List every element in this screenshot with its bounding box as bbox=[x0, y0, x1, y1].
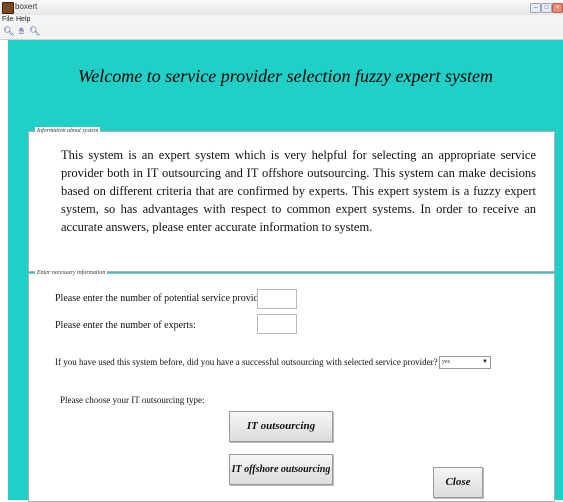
title-bar: boxert – □ × bbox=[0, 0, 563, 16]
menu-file[interactable]: File bbox=[2, 16, 13, 23]
close-button[interactable]: Close bbox=[433, 467, 483, 498]
input-panel: Enter necessary information Please enter… bbox=[28, 269, 555, 502]
close-window-icon[interactable]: × bbox=[552, 3, 563, 13]
info-text: This system is an expert system which is… bbox=[61, 148, 536, 234]
menu-help[interactable]: Help bbox=[16, 16, 30, 23]
maximize-icon[interactable]: □ bbox=[541, 3, 552, 13]
providers-label: Please enter the number of potential ser… bbox=[55, 293, 276, 304]
history-label: If you have used this system before, did… bbox=[55, 357, 438, 367]
chevron-down-icon: ▼ bbox=[482, 359, 488, 365]
main-figure-area: Welcome to service provider selection fu… bbox=[8, 40, 563, 502]
window-title: boxert bbox=[15, 2, 38, 11]
zoom-in-icon[interactable]: 🔍︎ bbox=[3, 26, 14, 37]
minimize-icon[interactable]: – bbox=[530, 3, 541, 13]
zoom-out-icon[interactable]: 🔍︎ bbox=[29, 26, 40, 37]
experts-label: Please enter the number of experts: bbox=[55, 320, 196, 331]
it-offshore-outsourcing-button[interactable]: IT offshore outsourcing bbox=[229, 454, 333, 485]
toolbar: 🔍︎ ✋︎ 🔍︎ bbox=[0, 25, 563, 40]
info-panel-label: Information about system bbox=[35, 127, 101, 135]
app-icon bbox=[2, 2, 14, 14]
menu-bar: File Help bbox=[0, 15, 563, 25]
history-dropdown-value: yes bbox=[442, 359, 450, 365]
input-panel-label: Enter necessary information bbox=[35, 269, 108, 277]
it-outsourcing-button[interactable]: IT outsourcing bbox=[229, 411, 333, 442]
providers-input[interactable] bbox=[257, 289, 297, 309]
history-dropdown[interactable]: yes ▼ bbox=[439, 356, 491, 369]
page-title: Welcome to service provider selection fu… bbox=[77, 66, 494, 86]
pan-icon[interactable]: ✋︎ bbox=[16, 26, 27, 37]
type-label: Please choose your IT outsourcing type: bbox=[60, 395, 205, 405]
info-panel: Information about system This system is … bbox=[28, 127, 555, 272]
experts-input[interactable] bbox=[257, 314, 297, 334]
